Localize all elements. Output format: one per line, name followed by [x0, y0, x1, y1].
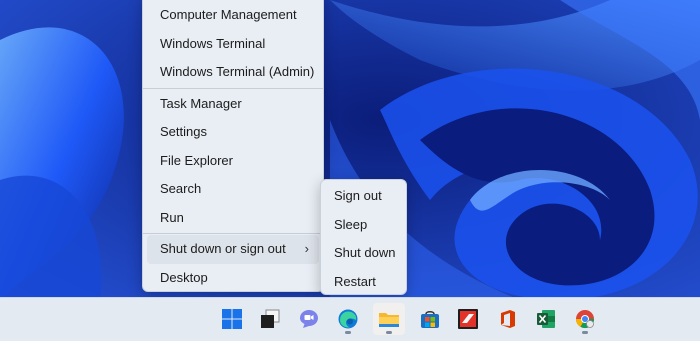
windows-start-icon[interactable] [216, 303, 248, 335]
menu-item-desktop[interactable]: Desktop [147, 264, 319, 293]
menu-item-settings[interactable]: Settings [147, 118, 319, 147]
submenu-item-sign-out[interactable]: Sign out [321, 182, 406, 211]
menu-item-windows-terminal-admin[interactable]: Windows Terminal (Admin) [147, 58, 319, 87]
menu-item-file-explorer[interactable]: File Explorer [147, 147, 319, 176]
office-icon[interactable] [492, 303, 524, 335]
winx-context-menu: Computer Management Windows Terminal Win… [142, 0, 324, 292]
shutdown-submenu: Sign out Sleep Shut down Restart [320, 179, 407, 295]
microsoft-store-icon[interactable] [414, 303, 446, 335]
chevron-right-icon: › [304, 241, 309, 256]
menu-separator [143, 87, 323, 89]
menu-item-label: Shut down or sign out [160, 241, 286, 256]
excel-icon[interactable] [530, 303, 562, 335]
file-explorer-icon[interactable] [373, 303, 405, 335]
menu-item-windows-terminal[interactable]: Windows Terminal [147, 30, 319, 59]
menu-item-search[interactable]: Search [147, 175, 319, 204]
menu-item-run[interactable]: Run [147, 204, 319, 233]
running-indicator [582, 331, 588, 334]
task-view-icon[interactable] [254, 303, 286, 335]
menu-item-computer-management[interactable]: Computer Management [147, 1, 319, 30]
menu-separator [143, 233, 323, 234]
running-indicator [345, 331, 351, 334]
chrome-profile-icon[interactable] [569, 303, 601, 335]
running-indicator [386, 331, 392, 334]
submenu-item-shut-down[interactable]: Shut down [321, 239, 406, 268]
menu-item-shut-down-or-sign-out[interactable]: Shut down or sign out › [147, 235, 319, 264]
red-app-icon[interactable] [452, 303, 484, 335]
submenu-item-sleep[interactable]: Sleep [321, 211, 406, 240]
teams-chat-icon[interactable] [293, 303, 325, 335]
edge-icon[interactable] [332, 303, 364, 335]
taskbar [0, 297, 700, 341]
menu-item-task-manager[interactable]: Task Manager [147, 90, 319, 119]
submenu-item-restart[interactable]: Restart [321, 268, 406, 297]
